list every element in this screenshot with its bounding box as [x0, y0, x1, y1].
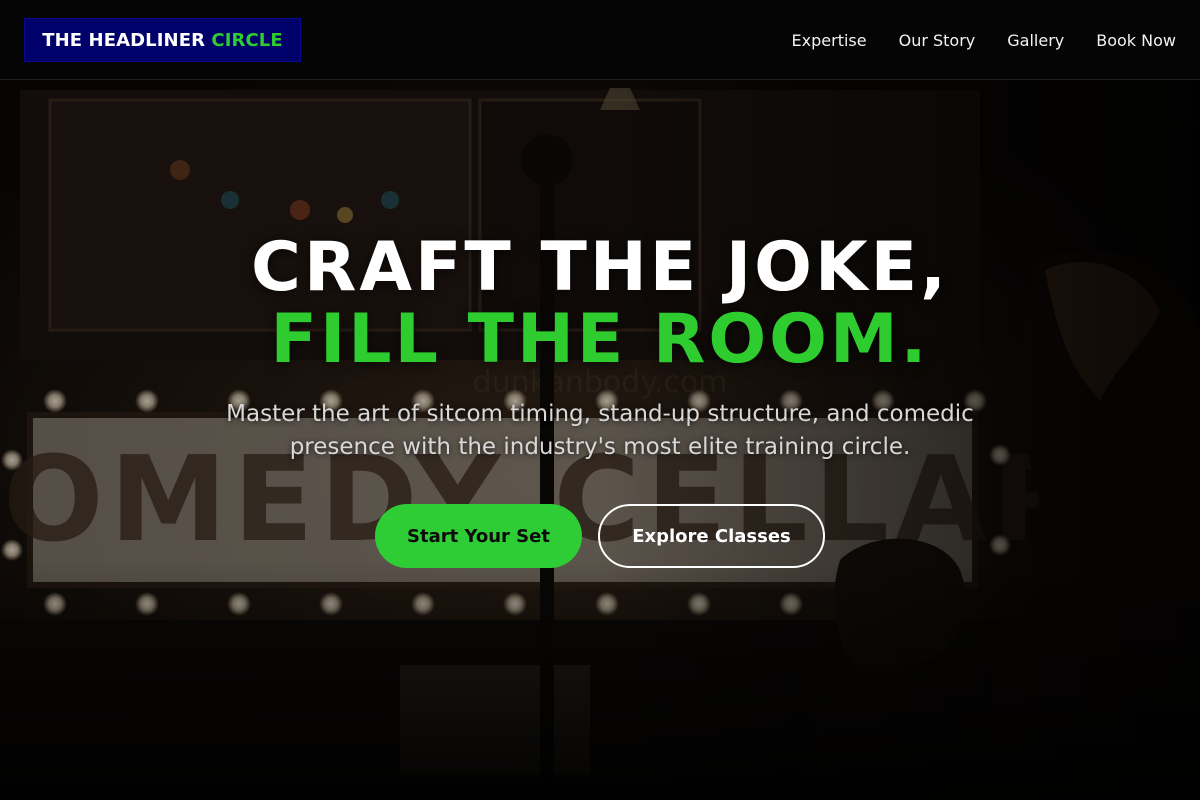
- nav-link-gallery[interactable]: Gallery: [1007, 31, 1064, 50]
- hero-headline-line2: FILL THE ROOM.: [270, 300, 930, 379]
- main-nav: Expertise Our Story Gallery Book Now: [792, 0, 1176, 80]
- logo-accent-text: CIRCLE: [211, 29, 283, 51]
- brand-logo[interactable]: THE HEADLINER CIRCLE: [24, 18, 301, 62]
- hero-section: dunkanbody.com COMEDY CELLAR: [0, 80, 1200, 800]
- explore-classes-button[interactable]: Explore Classes: [598, 504, 825, 568]
- nav-link-expertise[interactable]: Expertise: [792, 31, 867, 50]
- logo-main-text: THE HEADLINER: [42, 29, 206, 51]
- hero-subtitle: Master the art of sitcom timing, stand-u…: [226, 401, 974, 460]
- site-header: THE HEADLINER CIRCLE Expertise Our Story…: [0, 0, 1200, 80]
- nav-link-our-story[interactable]: Our Story: [899, 31, 976, 50]
- hero-headline-line1: CRAFT THE JOKE,: [251, 228, 949, 307]
- nav-link-book-now[interactable]: Book Now: [1096, 31, 1176, 50]
- start-your-set-button[interactable]: Start Your Set: [375, 504, 582, 568]
